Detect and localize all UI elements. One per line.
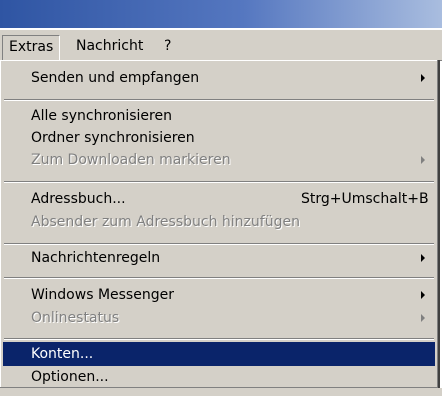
menu-bar: Extras Nachricht ? (0, 30, 442, 62)
submenu-arrow-icon (421, 254, 425, 262)
menu-item-shortcut: Strg+Umschalt+B (301, 191, 429, 207)
menu-item-label: Ordner synchronisieren (31, 130, 195, 146)
menu-item-label: Absender zum Adressbuch hinzufügen (31, 214, 300, 230)
menu-item-label: Konten... (31, 346, 94, 362)
menu-item-adressbuch[interactable]: Adressbuch... Strg+Umschalt+B (3, 187, 435, 211)
menu-separator (4, 243, 434, 245)
window-titlebar (0, 0, 442, 28)
menu-item-label: Nachrichtenregeln (31, 250, 161, 266)
menu-item-label: Adressbuch... (31, 191, 126, 207)
menu-separator (4, 338, 434, 340)
extras-dropdown-menu: Senden und empfangen Alle synchronisiere… (0, 60, 440, 390)
window-background-strip (0, 388, 442, 396)
menu-separator (4, 99, 434, 101)
menu-item-label: Onlinestatus (31, 310, 120, 326)
menu-separator (4, 181, 434, 183)
menu-item-ordner-synchronisieren[interactable]: Ordner synchronisieren (3, 126, 435, 150)
menu-item-alle-synchronisieren[interactable]: Alle synchronisieren (3, 104, 435, 128)
menu-item-label: Zum Downloaden markieren (31, 152, 231, 168)
menu-help[interactable]: ? (158, 35, 177, 57)
menu-item-zum-downloaden-markieren: Zum Downloaden markieren (3, 148, 435, 172)
menu-item-optionen[interactable]: Optionen... (3, 365, 435, 389)
menu-item-senden-und-empfangen[interactable]: Senden und empfangen (3, 66, 435, 90)
menu-item-absender-hinzufuegen: Absender zum Adressbuch hinzufügen (3, 210, 435, 234)
menu-separator (4, 277, 434, 279)
menu-item-label: Senden und empfangen (31, 70, 200, 86)
submenu-arrow-icon (421, 74, 425, 82)
submenu-arrow-icon (421, 314, 425, 322)
menu-item-nachrichtenregeln[interactable]: Nachrichtenregeln (3, 246, 435, 270)
menu-nachricht[interactable]: Nachricht (70, 35, 149, 57)
submenu-arrow-icon (421, 156, 425, 164)
menu-item-label: Windows Messenger (31, 287, 174, 303)
submenu-arrow-icon (421, 291, 425, 299)
menu-item-windows-messenger[interactable]: Windows Messenger (3, 283, 435, 307)
menu-item-label: Alle synchronisieren (31, 108, 172, 124)
menu-extras[interactable]: Extras (2, 35, 61, 62)
menu-item-onlinestatus: Onlinestatus (3, 306, 435, 330)
menu-item-konten[interactable]: Konten... (3, 342, 435, 366)
menu-item-label: Optionen... (31, 369, 109, 385)
